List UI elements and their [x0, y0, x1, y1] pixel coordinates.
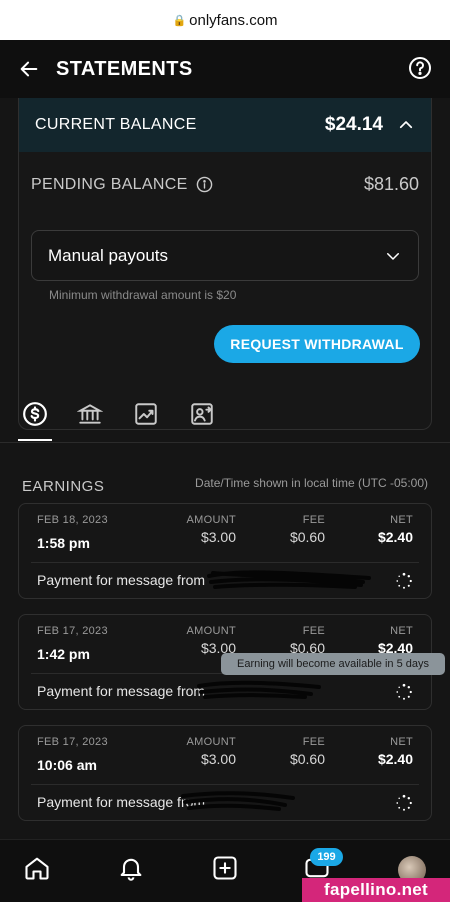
earning-description: Payment for message from — [37, 683, 206, 699]
pending-spinner-icon[interactable] — [395, 572, 413, 590]
current-balance-amount: $24.14 — [324, 114, 383, 135]
fee-label: FEE — [302, 625, 325, 637]
app-screen: STATEMENTS CURRENT BALANCE $24.14 PENDIN… — [0, 40, 450, 902]
help-icon[interactable] — [408, 56, 432, 80]
net-label: NET — [390, 625, 413, 637]
pending-spinner-icon[interactable] — [395, 794, 413, 812]
amount-label: AMOUNT — [186, 514, 236, 526]
earning-time: 1:58 pm — [37, 535, 90, 551]
earning-time: 10:06 am — [37, 757, 97, 773]
pending-balance: PENDING BALANCE $81.60 — [31, 174, 419, 195]
fee-value: $0.60 — [289, 529, 325, 545]
dollar-circle-icon — [23, 402, 47, 426]
amount-value: $3.00 — [200, 529, 236, 545]
earning-date: FEB 17, 2023 — [37, 736, 108, 748]
url-text: onlyfans.com — [189, 11, 278, 29]
messages-count-badge: 199 — [310, 848, 343, 866]
chevron-down-icon — [387, 252, 399, 260]
current-balance-label: CURRENT BALANCE — [35, 116, 197, 133]
fee-label: FEE — [302, 736, 325, 748]
info-icon[interactable] — [196, 176, 213, 193]
home-icon[interactable] — [23, 854, 51, 882]
earnings-title: EARNINGS — [22, 478, 105, 495]
net-label: NET — [390, 736, 413, 748]
statement-tabs — [0, 395, 450, 443]
tab-referrals[interactable] — [187, 399, 217, 429]
amount-label: AMOUNT — [186, 736, 236, 748]
row-divider — [31, 562, 419, 563]
fee-label: FEE — [302, 514, 325, 526]
earning-time: 1:42 pm — [37, 646, 90, 662]
amount-label: AMOUNT — [186, 625, 236, 637]
fee-value: $0.60 — [289, 751, 325, 767]
browser-url-bar[interactable]: 🔒 onlyfans.com — [0, 0, 450, 40]
lock-icon: 🔒 — [172, 14, 187, 27]
pending-spinner-icon[interactable] — [395, 683, 413, 701]
chart-icon — [135, 403, 157, 425]
payout-method-select[interactable]: Manual payouts — [31, 230, 419, 281]
min-withdrawal-note: Minimum withdrawal amount is $20 — [49, 288, 237, 302]
earning-row[interactable]: FEB 18, 2023 1:58 pm AMOUNT $3.00 FEE $0… — [18, 503, 432, 599]
earning-description: Payment for message from — [37, 572, 206, 588]
earning-date: FEB 17, 2023 — [37, 625, 108, 637]
pending-balance-amount: $81.60 — [363, 174, 419, 194]
net-value: $2.40 — [377, 751, 413, 767]
earning-date: FEB 18, 2023 — [37, 514, 108, 526]
timezone-note: Date/Time shown in local time (UTC -05:0… — [195, 476, 428, 490]
tab-payouts[interactable] — [75, 399, 105, 429]
user-transfer-icon — [191, 403, 213, 425]
active-tab-indicator — [18, 439, 52, 441]
current-balance-header[interactable]: CURRENT BALANCE $24.14 — [19, 98, 431, 152]
earning-row[interactable]: FEB 17, 2023 10:06 am AMOUNT $3.00 FEE $… — [18, 725, 432, 821]
add-post-icon[interactable] — [211, 854, 239, 882]
back-arrow-icon[interactable] — [18, 58, 40, 80]
redaction-scribble — [181, 791, 295, 811]
request-withdrawal-button[interactable]: REQUEST WITHDRAWAL — [214, 325, 420, 363]
chevron-up-icon[interactable] — [397, 116, 415, 134]
bell-icon[interactable] — [117, 854, 145, 882]
row-divider — [31, 784, 419, 785]
net-label: NET — [390, 514, 413, 526]
tab-statistics[interactable] — [131, 399, 161, 429]
amount-value: $3.00 — [200, 751, 236, 767]
availability-tooltip: Earning will become available in 5 days — [221, 653, 445, 675]
balance-card: CURRENT BALANCE $24.14 PENDING BALANCE $… — [18, 98, 432, 430]
redaction-scribble — [197, 680, 321, 699]
payout-method-value: Manual payouts — [48, 245, 169, 265]
pending-balance-label: PENDING BALANCE — [31, 175, 188, 193]
page-title: STATEMENTS — [56, 57, 193, 80]
net-value: $2.40 — [377, 529, 413, 545]
redaction-scribble — [207, 570, 371, 589]
watermark-logo: fapellino.net — [302, 878, 450, 902]
top-bar: STATEMENTS — [0, 40, 450, 98]
tab-earnings[interactable] — [20, 399, 50, 429]
bank-icon — [77, 404, 103, 424]
